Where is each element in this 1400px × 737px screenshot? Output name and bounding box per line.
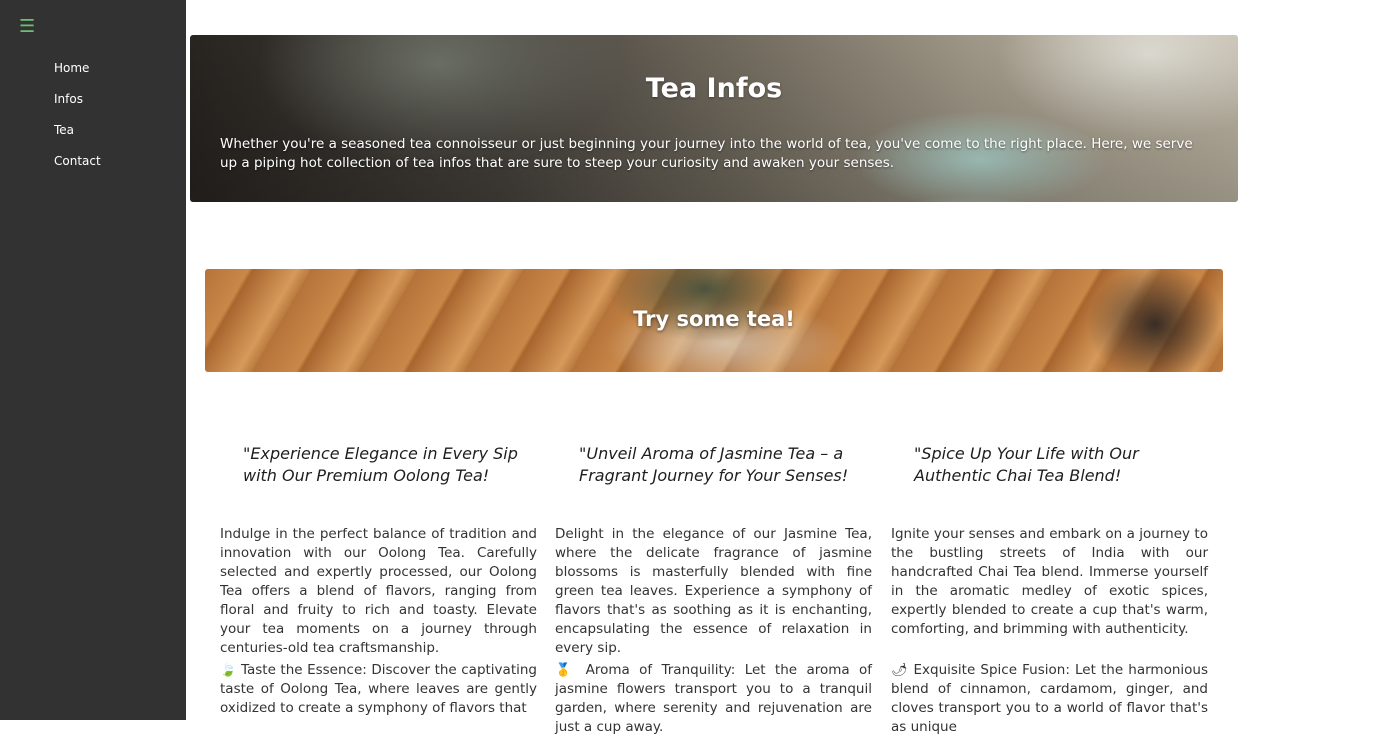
- column-feature: 🌶 Exquisite Spice Fusion: Let the harmon…: [891, 661, 1208, 737]
- hero-text: Whether you're a seasoned tea connoisseu…: [220, 136, 1193, 171]
- hamburger-menu-icon[interactable]: ☰: [19, 18, 37, 36]
- leaf-icon: 🍃: [220, 663, 237, 678]
- medal-icon: 🥇: [555, 663, 577, 678]
- column-feature: 🥇 Aroma of Tranquility: Let the aroma of…: [555, 661, 872, 737]
- sidebar-item-infos[interactable]: Infos: [54, 91, 101, 122]
- sidebar-nav: Home Infos Tea Contact: [54, 60, 101, 184]
- column-title: "Unveil Aroma of Jasmine Tea – a Fragran…: [579, 444, 849, 485]
- hero-title: Tea Infos: [645, 73, 783, 104]
- feature-text: Exquisite Spice Fusion: Let the harmonio…: [891, 662, 1208, 735]
- sidebar-item-contact[interactable]: Contact: [54, 153, 101, 184]
- column-body: Indulge in the perfect balance of tradit…: [220, 526, 537, 656]
- feature-text: Aroma of Tranquility: Let the aroma of j…: [555, 662, 873, 735]
- column-body: Ignite your senses and embark on a journ…: [891, 526, 1208, 637]
- try-tea-banner: Try some tea!: [205, 269, 1223, 372]
- sidebar: ☰ Home Infos Tea Contact: [0, 0, 186, 720]
- column-title: "Spice Up Your Life with Our Authentic C…: [914, 444, 1139, 485]
- sidebar-item-home[interactable]: Home: [54, 60, 101, 91]
- column-title: "Experience Elegance in Every Sip with O…: [243, 444, 518, 485]
- banner-title: Try some tea!: [633, 307, 795, 331]
- column-body: Delight in the elegance of our Jasmine T…: [555, 526, 872, 656]
- sidebar-item-tea[interactable]: Tea: [54, 122, 101, 153]
- column-feature: 🍃 Taste the Essence: Discover the captiv…: [220, 661, 537, 718]
- pepper-icon: 🌶: [891, 663, 909, 678]
- hero-banner: Tea Infos Whether you're a seasoned tea …: [190, 35, 1238, 202]
- feature-text: Taste the Essence: Discover the captivat…: [220, 662, 537, 716]
